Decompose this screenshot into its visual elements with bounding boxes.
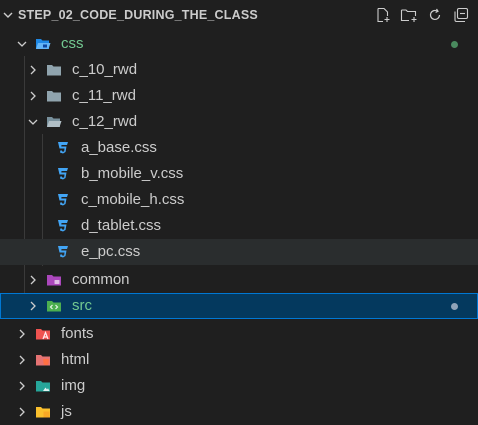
new-folder-icon[interactable] <box>400 6 418 24</box>
modified-dot <box>451 303 458 310</box>
css-file-icon <box>58 194 68 206</box>
chevron-down-icon[interactable] <box>2 9 14 21</box>
folder-fonts-icon <box>36 329 50 340</box>
tree-file-a-base-css[interactable]: a_base.css <box>0 135 478 161</box>
folder-icon <box>47 65 61 76</box>
refresh-icon[interactable] <box>426 6 444 24</box>
tree-label-b-mobile-v-css: b_mobile_v.css <box>81 165 184 182</box>
chevron-right-icon[interactable] <box>16 354 28 366</box>
chevron-right-icon[interactable] <box>27 274 39 286</box>
folder-images-icon <box>36 381 50 392</box>
folder-common-icon <box>47 275 61 286</box>
tree-label-img: img <box>61 377 86 394</box>
chevron-right-icon[interactable] <box>27 300 39 312</box>
tree-folder-html[interactable]: html <box>0 347 478 373</box>
collapse-all-icon[interactable] <box>452 6 470 24</box>
tree-label-css: css <box>61 35 84 52</box>
new-file-icon[interactable] <box>374 6 392 24</box>
explorer-section-header[interactable]: STEP_02_CODE_DURING_THE_CLASS <box>0 0 478 30</box>
css-file-icon <box>58 220 68 232</box>
tree-file-e-pc-css[interactable]: e_pc.css <box>0 239 478 265</box>
chevron-right-icon[interactable] <box>27 90 39 102</box>
tree-label-c-10-rwd: c_10_rwd <box>72 61 138 78</box>
tree-label-d-tablet-css: d_tablet.css <box>81 217 162 234</box>
chevron-right-icon[interactable] <box>16 328 28 340</box>
section-title: STEP_02_CODE_DURING_THE_CLASS <box>18 8 258 22</box>
tree-label-a-base-css: a_base.css <box>81 139 157 156</box>
css-file-icon <box>58 246 68 258</box>
chevron-down-icon[interactable] <box>27 116 39 128</box>
file-explorer: STEP_02_CODE_DURING_THE_CLASS css c_10_r… <box>0 0 478 425</box>
css-file-icon <box>58 142 68 154</box>
tree-label-js: js <box>61 403 72 420</box>
folder-html-icon <box>36 355 50 366</box>
tree-label-c-12-rwd: c_12_rwd <box>72 113 138 130</box>
modified-dot <box>451 41 458 48</box>
tree-folder-c-11-rwd[interactable]: c_11_rwd <box>0 83 478 109</box>
tree-label-e-pc-css: e_pc.css <box>81 243 141 260</box>
chevron-right-icon[interactable] <box>16 406 28 418</box>
folder-open-icon <box>47 117 62 127</box>
tree-folder-css[interactable]: css <box>0 31 478 57</box>
folder-icon <box>47 91 61 102</box>
tree-label-html: html <box>61 351 90 368</box>
chevron-down-icon[interactable] <box>16 38 28 50</box>
chevron-right-icon[interactable] <box>16 380 28 392</box>
tree-folder-common[interactable]: common <box>0 267 478 293</box>
folder-open-css-icon <box>36 39 51 49</box>
tree-file-c-mobile-h-css[interactable]: c_mobile_h.css <box>0 187 478 213</box>
folder-js-icon <box>36 407 50 418</box>
css-file-icon <box>58 168 68 180</box>
tree-folder-c-10-rwd[interactable]: c_10_rwd <box>0 57 478 83</box>
folder-src-icon <box>47 301 61 312</box>
tree-folder-fonts[interactable]: fonts <box>0 321 478 347</box>
tree-folder-c-12-rwd[interactable]: c_12_rwd <box>0 109 478 135</box>
tree-label-c-11-rwd: c_11_rwd <box>72 87 136 104</box>
tree-label-src: src <box>72 297 92 314</box>
tree-file-d-tablet-css[interactable]: d_tablet.css <box>0 213 478 239</box>
tree-folder-src[interactable]: src <box>0 293 478 319</box>
tree-file-b-mobile-v-css[interactable]: b_mobile_v.css <box>0 161 478 187</box>
chevron-right-icon[interactable] <box>27 64 39 76</box>
tree-label-common: common <box>72 271 130 288</box>
tree-folder-img[interactable]: img <box>0 373 478 399</box>
tree-label-c-mobile-h-css: c_mobile_h.css <box>81 191 185 208</box>
tree-folder-js[interactable]: js <box>0 399 478 425</box>
explorer-actions <box>374 6 470 24</box>
tree-label-fonts: fonts <box>61 325 94 342</box>
